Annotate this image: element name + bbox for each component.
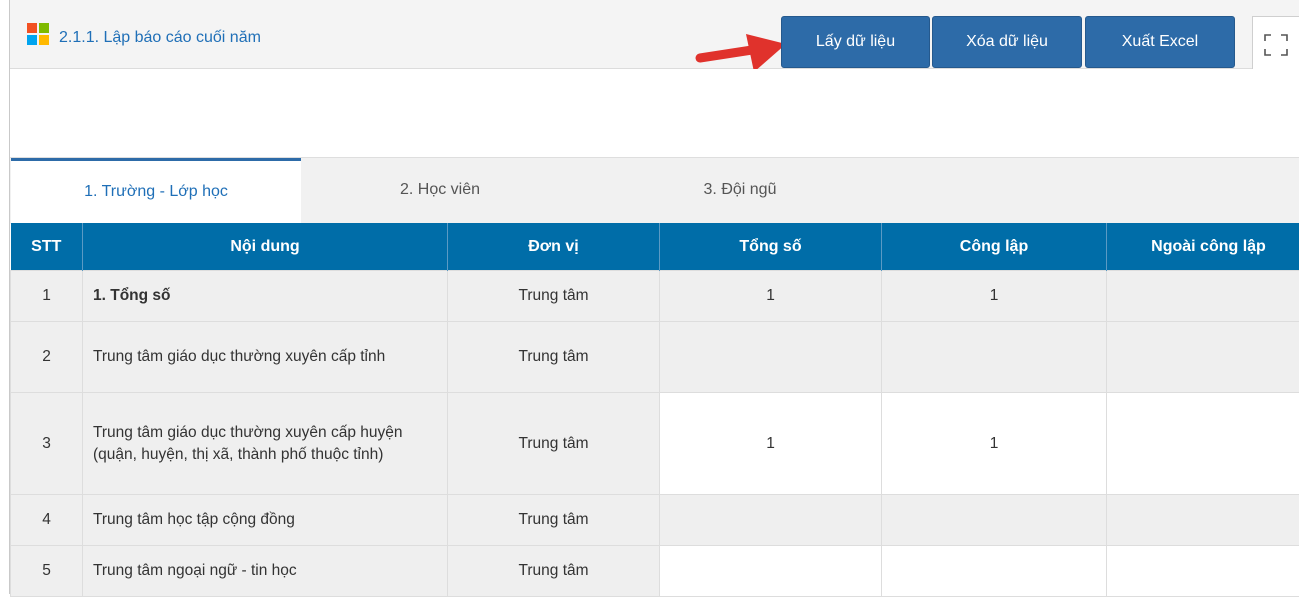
row-public[interactable]: 1 [882,271,1107,322]
report-table: STT Nội dung Đơn vị Tổng số Công lập Ngo… [10,223,1299,597]
row-stt: 5 [11,546,83,597]
column-header-total[interactable]: Tổng số [660,223,882,271]
row-public[interactable] [882,495,1107,546]
fullscreen-button[interactable] [1252,16,1299,70]
row-content: 1. Tổng số [83,271,448,322]
row-total[interactable] [660,495,882,546]
table-row: 3 Trung tâm giáo dục thường xuyên cấp hu… [11,393,1299,495]
row-unit: Trung tâm [448,271,660,322]
fullscreen-icon [1253,17,1299,69]
row-total[interactable] [660,322,882,393]
table-row: 2 Trung tâm giáo dục thường xuyên cấp tỉ… [11,322,1299,393]
row-unit: Trung tâm [448,393,660,495]
row-public[interactable] [882,322,1107,393]
tab-staff[interactable]: 3. Đội ngũ [640,158,840,222]
row-stt: 2 [11,322,83,393]
export-excel-button[interactable]: Xuất Excel [1085,16,1235,68]
column-header-unit[interactable]: Đơn vị [448,223,660,271]
tab-bar: 1. Trường - Lớp học 2. Học viên 3. Đội n… [10,157,1299,224]
windows-logo-icon [27,23,49,45]
row-unit: Trung tâm [448,495,660,546]
row-total[interactable] [660,546,882,597]
clear-data-button[interactable]: Xóa dữ liệu [932,16,1082,68]
row-unit: Trung tâm [448,546,660,597]
row-total[interactable]: 1 [660,271,882,322]
table-row: 1 1. Tổng số Trung tâm 1 1 [11,271,1299,322]
table-header-row: STT Nội dung Đơn vị Tổng số Công lập Ngo… [11,223,1299,271]
table-row: 5 Trung tâm ngoại ngữ - tin học Trung tâ… [11,546,1299,597]
row-private[interactable] [1107,546,1299,597]
row-total[interactable]: 1 [660,393,882,495]
page-title: 2.1.1. Lập báo cáo cuối năm [59,29,261,47]
row-content: Trung tâm học tập cộng đồng [83,495,448,546]
row-content: Trung tâm giáo dục thường xuyên cấp tỉnh [83,322,448,393]
row-private[interactable] [1107,495,1299,546]
row-content: Trung tâm ngoại ngữ - tin học [83,546,448,597]
row-unit: Trung tâm [448,322,660,393]
row-private[interactable] [1107,393,1299,495]
filter-area [10,69,1299,157]
column-header-content[interactable]: Nội dung [83,223,448,271]
fetch-data-button[interactable]: Lấy dữ liệu [781,16,930,68]
report-panel: 2.1.1. Lập báo cáo cuối năm Lấy dữ liệu … [9,0,1299,594]
row-public[interactable] [882,546,1107,597]
column-header-private[interactable]: Ngoài công lập [1107,223,1299,271]
row-content: Trung tâm giáo dục thường xuyên cấp huyệ… [83,393,448,495]
row-private[interactable] [1107,322,1299,393]
row-stt: 1 [11,271,83,322]
row-private[interactable] [1107,271,1299,322]
table-row: 4 Trung tâm học tập cộng đồng Trung tâm [11,495,1299,546]
row-public[interactable]: 1 [882,393,1107,495]
column-header-stt[interactable]: STT [11,223,83,271]
tab-school-class[interactable]: 1. Trường - Lớp học [11,158,301,223]
tab-students[interactable]: 2. Học viên [340,158,540,222]
column-header-public[interactable]: Công lập [882,223,1107,271]
row-stt: 3 [11,393,83,495]
panel-header: 2.1.1. Lập báo cáo cuối năm Lấy dữ liệu … [10,0,1299,69]
row-stt: 4 [11,495,83,546]
